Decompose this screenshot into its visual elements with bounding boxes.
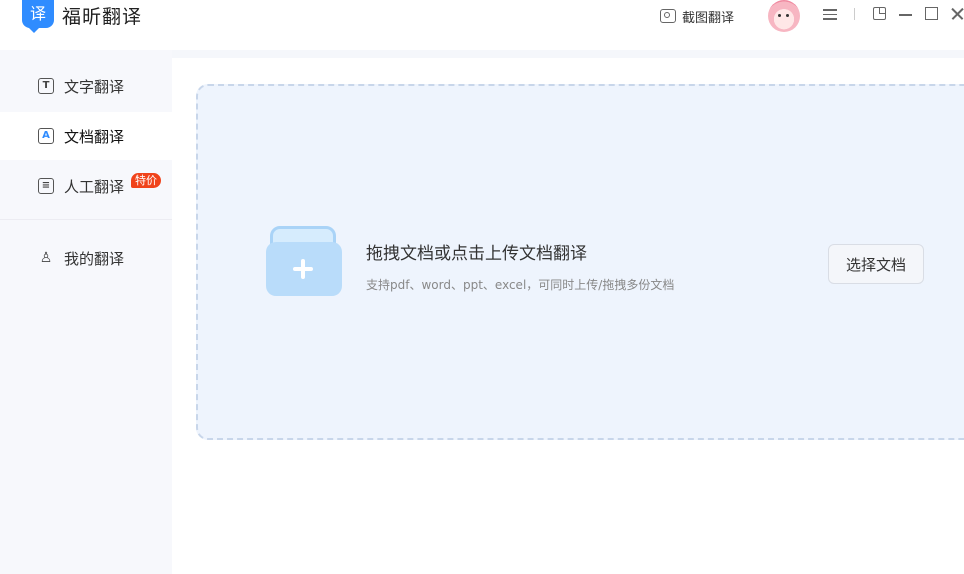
folder-add-icon (266, 226, 342, 296)
app-title: 福昕翻译 (62, 6, 143, 28)
sidebar-item-label: 人工翻译 (64, 177, 125, 196)
text-box-icon: T (38, 78, 54, 94)
dropzone-subtitle: 支持pdf、word、ppt、excel，可同时上传/拖拽多份文档 (366, 278, 675, 292)
sidebar-item-text-translate[interactable]: T 文字翻译 (0, 62, 172, 110)
main-panel: 拖拽文档或点击上传文档翻译 支持pdf、word、ppt、excel，可同时上传… (172, 58, 964, 574)
camera-icon (660, 9, 676, 23)
pin-window-icon[interactable] (872, 6, 888, 22)
sidebar-divider (0, 219, 172, 220)
upload-dropzone[interactable]: 拖拽文档或点击上传文档翻译 支持pdf、word、ppt、excel，可同时上传… (196, 84, 964, 440)
avatar[interactable] (768, 0, 800, 32)
sidebar-item-human-translate[interactable]: ≡ 人工翻译 特价 (0, 162, 172, 210)
minimize-icon[interactable] (898, 6, 914, 22)
document-a-icon: A (38, 128, 54, 144)
menu-icon[interactable] (822, 6, 838, 22)
special-price-badge: 特价 (131, 173, 161, 188)
sidebar-item-label: 我的翻译 (64, 249, 125, 268)
sidebar: T 文字翻译 A 文档翻译 ≡ 人工翻译 特价 ♙ 我的翻译 (0, 50, 172, 574)
toolbar-divider (854, 8, 855, 20)
title-bar: 译 福昕翻译 截图翻译 (0, 0, 964, 50)
sidebar-item-label: 文字翻译 (64, 77, 125, 96)
human-translate-icon: ≡ (38, 178, 54, 194)
user-list-icon: ♙ (39, 250, 53, 266)
screenshot-translate-label: 截图翻译 (682, 10, 735, 26)
maximize-icon[interactable] (924, 6, 940, 22)
sidebar-item-my-translations[interactable]: ♙ 我的翻译 (0, 234, 172, 282)
screenshot-translate-button[interactable]: 截图翻译 (660, 6, 734, 26)
choose-document-button[interactable]: 选择文档 (828, 244, 924, 284)
sidebar-item-document-translate[interactable]: A 文档翻译 (0, 112, 172, 160)
sidebar-item-label: 文档翻译 (64, 127, 125, 146)
app-logo-icon: 译 (22, 0, 54, 33)
close-icon[interactable] (950, 6, 964, 22)
dropzone-title: 拖拽文档或点击上传文档翻译 (366, 244, 587, 264)
